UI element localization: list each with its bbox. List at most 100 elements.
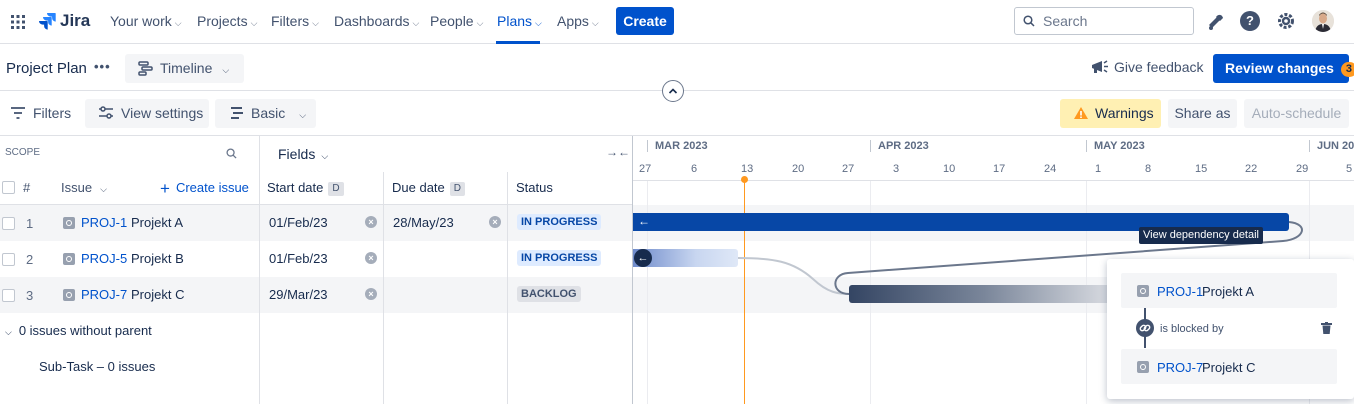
month-label: JUN 20	[1317, 140, 1354, 152]
create-issue-button[interactable]: + Create issue	[160, 179, 249, 199]
issue-key-link[interactable]: PROJ-7	[81, 287, 127, 302]
app-switcher-icon[interactable]	[10, 14, 26, 30]
arrow-left-icon: ←	[634, 249, 652, 267]
table-row[interactable]: 1 PROJ-1 Projekt A 01/Feb/23 × 28/May/23…	[0, 205, 632, 241]
subtask-group-label: Sub-Task – 0 issues	[39, 359, 156, 374]
month-label: MAR 2023	[655, 140, 708, 152]
fields-dropdown[interactable]: Fields ⌵	[278, 146, 328, 162]
start-date-value[interactable]: 29/Mar/23	[269, 287, 328, 302]
give-feedback-button[interactable]: Give feedback	[1090, 59, 1204, 75]
collapse-columns-icon[interactable]: →←	[606, 145, 630, 159]
dependency-to-item[interactable]: PROJ-7 Projekt C	[1121, 349, 1337, 384]
nav-people[interactable]: People ⌵	[430, 0, 483, 44]
notifications-icon[interactable]	[1205, 12, 1225, 32]
timeline-bar-proj-5[interactable]: ←	[633, 249, 738, 267]
basic-label: Basic	[251, 105, 286, 121]
megaphone-icon	[1092, 60, 1108, 73]
nav-apps-label: Apps	[557, 13, 589, 29]
search-input[interactable]: Search	[1014, 7, 1194, 35]
start-date-value[interactable]: 01/Feb/23	[269, 251, 328, 266]
review-count-badge: 3	[1340, 62, 1354, 77]
issue-key-link[interactable]: PROJ-7	[1157, 360, 1203, 375]
chevron-down-icon: ⌵	[591, 18, 599, 28]
dependency-from-item[interactable]: PROJ-1 Projekt A	[1121, 273, 1337, 308]
chevron-down-icon: ⌵	[476, 18, 484, 28]
timeline-view-dropdown[interactable]: Timeline ⌵	[125, 54, 244, 83]
filter-icon	[11, 107, 25, 119]
filters-button[interactable]: Filters	[10, 105, 71, 121]
basic-dropdown[interactable]: Basic ⌵	[215, 99, 316, 128]
row-checkbox[interactable]	[2, 217, 15, 230]
table-row[interactable]: 3 PROJ-7 Projekt C 29/Mar/23 × BACKLOG	[0, 277, 632, 313]
chevron-down-icon: ⌵	[312, 18, 319, 28]
status-badge[interactable]: BACKLOG	[517, 286, 581, 302]
day-label: 3	[893, 163, 900, 175]
status-badge[interactable]: IN PROGRESS	[517, 214, 602, 230]
date-chip: D	[449, 182, 465, 196]
help-icon[interactable]: ?	[1240, 11, 1260, 31]
column-header-start-date: Start date D	[267, 180, 344, 196]
column-header-start-date-label: Start date	[267, 180, 324, 195]
row-checkbox[interactable]	[2, 289, 15, 302]
column-divider	[383, 172, 384, 404]
review-changes-button[interactable]: Review changes 3	[1213, 54, 1354, 83]
day-label: 15	[1195, 163, 1208, 175]
timeline-header: MAR 2023 APR 2023 MAY 2023 JUN 20 27 6 1…	[633, 136, 1354, 181]
create-button[interactable]: Create	[616, 7, 674, 35]
day-label: 27	[842, 163, 855, 175]
row-number: 1	[26, 216, 34, 231]
column-header-due-date: Due date D	[392, 180, 465, 196]
view-settings-label: View settings	[121, 105, 204, 121]
share-as-button[interactable]: Share as	[1168, 99, 1237, 128]
start-date-value[interactable]: 01/Feb/23	[269, 215, 328, 230]
nav-dashboards-label: Dashboards	[334, 13, 410, 29]
dependency-relation-label: is blocked by	[1160, 323, 1224, 335]
delete-dependency-icon[interactable]	[1321, 321, 1332, 334]
issue-type-icon	[63, 217, 75, 229]
nav-plans[interactable]: Plans ⌵	[497, 0, 542, 44]
nav-filters[interactable]: Filters ⌵	[271, 0, 319, 44]
clear-start-date-icon[interactable]: ×	[365, 288, 377, 300]
scope-label: SCOPE	[5, 147, 41, 158]
column-divider	[259, 136, 260, 404]
scope-search-icon[interactable]	[226, 146, 237, 162]
clear-start-date-icon[interactable]: ×	[365, 252, 377, 264]
nav-dashboards[interactable]: Dashboards ⌵	[334, 0, 419, 44]
review-changes-label: Review changes	[1225, 60, 1334, 76]
auto-schedule-button[interactable]: Auto-schedule	[1244, 99, 1349, 128]
dependency-detail-popup: PROJ-1 Projekt A is blocked by PROJ-7 Pr…	[1107, 259, 1354, 399]
due-date-value[interactable]: 28/May/23	[393, 215, 454, 230]
warnings-button[interactable]: Warnings	[1060, 99, 1161, 128]
table-row[interactable]: 2 PROJ-5 Projekt B 01/Feb/23 × IN PROGRE…	[0, 241, 632, 277]
arrow-left-icon: ←	[638, 214, 650, 228]
issue-key-link[interactable]: PROJ-1	[81, 215, 127, 230]
avatar[interactable]	[1312, 10, 1334, 32]
nav-your-work[interactable]: Your work ⌵	[110, 0, 182, 44]
month-label: MAY 2023	[1094, 140, 1145, 152]
issue-key-link[interactable]: PROJ-5	[81, 251, 127, 266]
nav-projects[interactable]: Projects ⌵	[197, 0, 257, 44]
timeline-icon	[138, 61, 153, 76]
clear-start-date-icon[interactable]: ×	[365, 216, 377, 228]
timeline-bar-proj-7[interactable]	[849, 285, 1119, 303]
select-all-checkbox[interactable]	[2, 181, 15, 194]
issue-key-link[interactable]: PROJ-1	[1157, 284, 1203, 299]
column-header-issue[interactable]: Issue ⌵	[61, 180, 107, 195]
view-settings-button[interactable]: View settings	[85, 99, 209, 128]
settings-icon[interactable]	[1276, 11, 1296, 31]
plan-header: Project Plan ••• Timeline ⌵ Give feedback…	[0, 45, 1354, 102]
filters-label: Filters	[33, 105, 72, 121]
more-actions-button[interactable]: •••	[94, 59, 111, 74]
give-feedback-label: Give feedback	[1114, 59, 1204, 75]
clear-due-date-icon[interactable]: ×	[489, 216, 501, 228]
status-badge[interactable]: IN PROGRESS	[517, 250, 602, 266]
day-label: 20	[792, 163, 805, 175]
issues-without-parent-toggle[interactable]: ⌵ 0 issues without parent	[5, 323, 152, 338]
issue-type-icon	[63, 253, 75, 265]
link-icon	[1136, 319, 1154, 337]
day-label: 5	[1346, 163, 1353, 175]
chevron-down-icon: ⌵	[412, 18, 420, 28]
dependency-tooltip: View dependency detail	[1139, 227, 1263, 244]
nav-apps[interactable]: Apps ⌵	[557, 0, 599, 44]
row-checkbox[interactable]	[2, 253, 15, 266]
